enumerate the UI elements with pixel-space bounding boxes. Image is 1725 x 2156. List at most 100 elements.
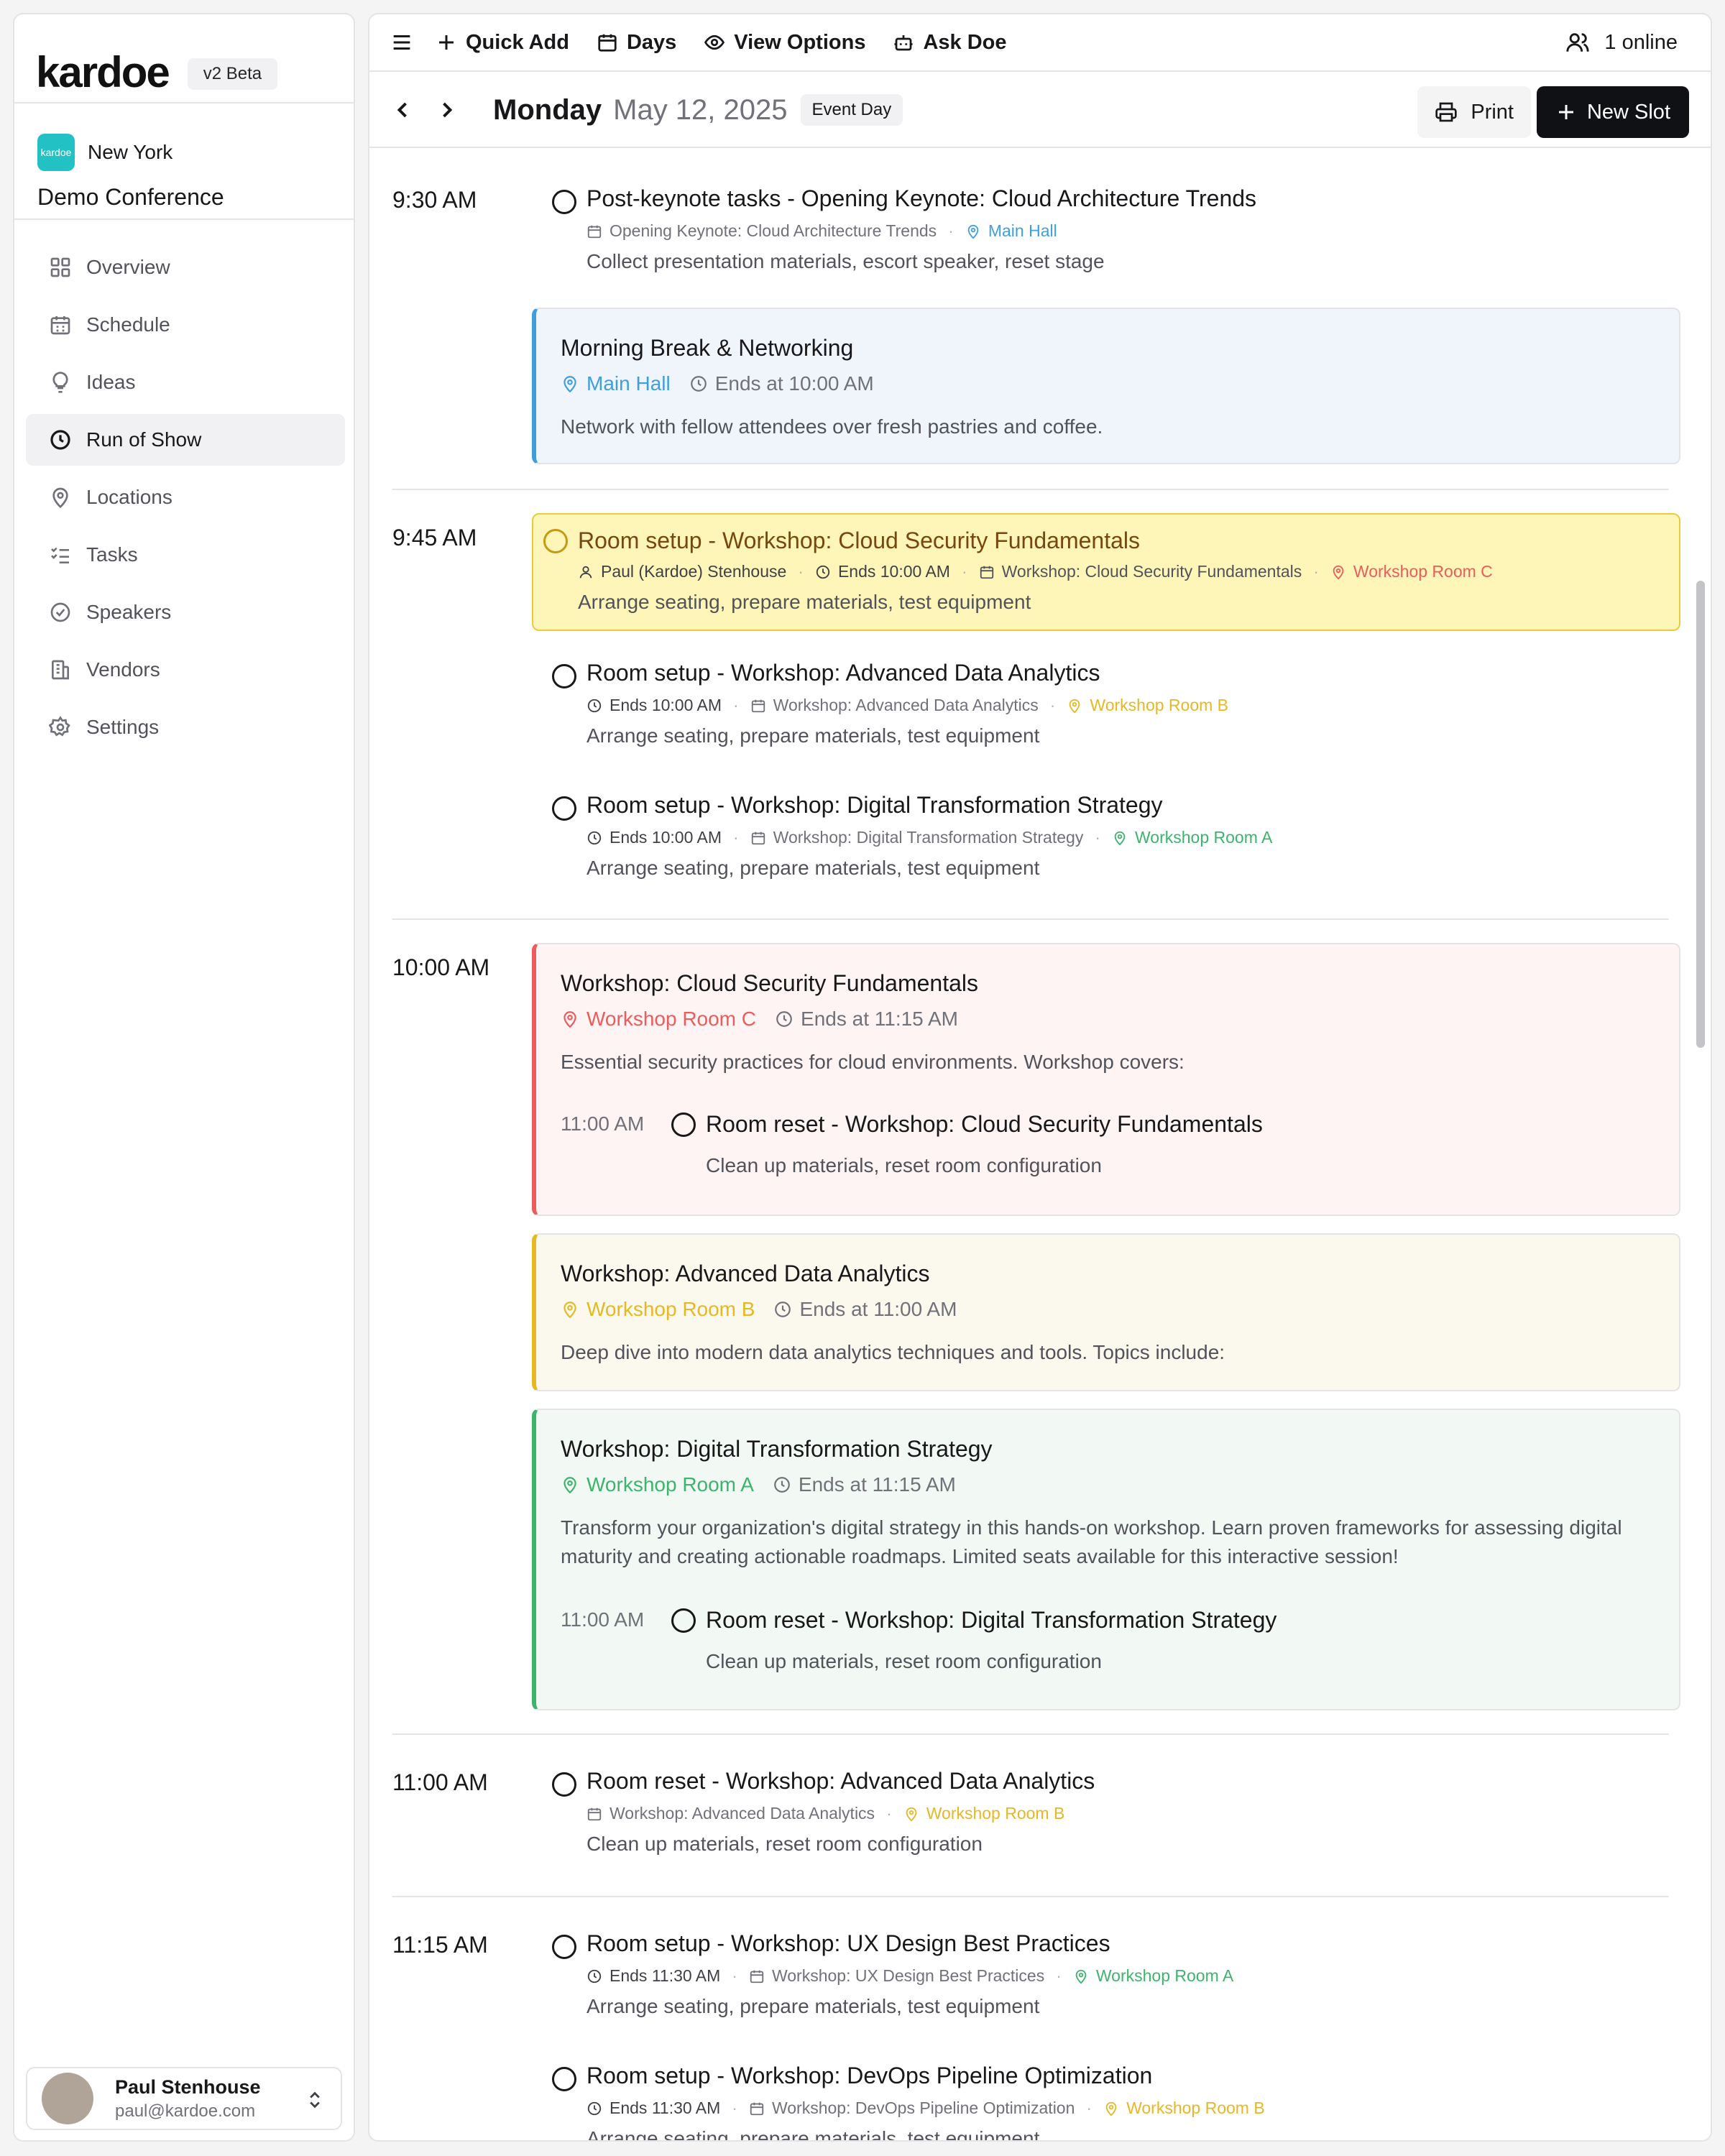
slot-meta: Workshop Room C Ends at 11:15 AM xyxy=(561,1008,958,1031)
task-location[interactable]: Main Hall xyxy=(965,221,1057,241)
task-location[interactable]: Workshop Room B xyxy=(1103,2099,1265,2118)
task-end-time: Ends 11:30 AM xyxy=(586,2099,720,2118)
slot-location[interactable]: Workshop Room A xyxy=(561,1473,754,1496)
task-row[interactable]: Room setup - Workshop: DevOps Pipeline O… xyxy=(542,2063,1663,2140)
task-row[interactable]: Room setup - Workshop: Cloud Security Fu… xyxy=(532,513,1680,631)
print-label: Print xyxy=(1471,100,1514,124)
run-of-show-list[interactable]: 9:30 AM Post-keynote tasks - Opening Key… xyxy=(369,149,1711,2140)
task-checkbox[interactable] xyxy=(552,2067,576,2091)
quick-add-button[interactable]: Quick Add xyxy=(436,31,569,55)
task-session[interactable]: Workshop: Advanced Data Analytics xyxy=(586,1804,875,1823)
slot-description: Deep dive into modern data analytics tec… xyxy=(561,1341,1225,1363)
slot-title: Morning Break & Networking xyxy=(561,335,854,361)
view-options-button[interactable]: View Options xyxy=(704,31,865,55)
slot-card[interactable]: Morning Break & Networking Main Hall End… xyxy=(532,308,1680,464)
task-checkbox[interactable] xyxy=(543,529,568,553)
task-description: Clean up materials, reset room configura… xyxy=(586,1833,983,1855)
task-location[interactable]: Workshop Room A xyxy=(1112,828,1272,847)
grid-icon xyxy=(49,256,72,279)
sidebar-item-settings[interactable]: Settings xyxy=(26,701,345,753)
sidebar-item-label: Overview xyxy=(86,256,170,278)
end-time: Ends 10:00 AM xyxy=(837,562,950,581)
badge-check-icon xyxy=(49,601,72,624)
subtask-description: Clean up materials, reset room configura… xyxy=(706,1154,1102,1176)
scrollbar[interactable] xyxy=(1696,581,1705,1048)
separator: · xyxy=(733,828,739,847)
map-pin-icon xyxy=(903,1806,919,1822)
user-menu[interactable]: Paul Stenhouse paul@kardoe.com xyxy=(26,2067,342,2130)
separator: · xyxy=(732,1966,737,1985)
task-title: Room setup - Workshop: Cloud Security Fu… xyxy=(578,528,1140,553)
sidebar-item-run-of-show[interactable]: Run of Show xyxy=(26,414,345,466)
sidebar-item-locations[interactable]: Locations xyxy=(26,471,345,523)
event-name[interactable]: Demo Conference xyxy=(37,184,224,211)
chevron-left-icon[interactable] xyxy=(390,97,415,123)
time-label: 10:00 AM xyxy=(392,954,490,980)
sidebar: kardoe v2 Beta kardoe New York Demo Conf… xyxy=(13,13,355,2142)
task-location[interactable]: Workshop Room C xyxy=(1330,562,1493,581)
user-name: Paul Stenhouse xyxy=(115,2076,261,2098)
slot-card[interactable]: Workshop: Cloud Security Fundamentals Wo… xyxy=(532,943,1680,1216)
slot-card[interactable]: Workshop: Advanced Data Analytics Worksh… xyxy=(532,1233,1680,1391)
task-session[interactable]: Workshop: Cloud Security Fundamentals xyxy=(979,562,1302,581)
task-location[interactable]: Workshop Room A xyxy=(1073,1966,1233,1986)
slot-description: Transform your organization's digital st… xyxy=(561,1516,1622,1567)
days-button[interactable]: Days xyxy=(597,31,676,55)
task-checkbox[interactable] xyxy=(552,1772,576,1797)
sidebar-item-tasks[interactable]: Tasks xyxy=(26,529,345,581)
task-assignee[interactable]: Paul (Kardoe) Stenhouse xyxy=(578,562,786,581)
task-checkbox[interactable] xyxy=(552,796,576,821)
sidebar-item-overview[interactable]: Overview xyxy=(26,241,345,293)
task-row[interactable]: Room setup - Workshop: Digital Transform… xyxy=(542,792,1663,879)
slot-location[interactable]: Workshop Room C xyxy=(561,1008,756,1031)
task-checkbox[interactable] xyxy=(552,190,576,214)
task-session[interactable]: Workshop: Digital Transformation Strateg… xyxy=(750,828,1084,847)
task-row[interactable]: Room setup - Workshop: UX Design Best Pr… xyxy=(542,1930,1663,2017)
task-end-time: Ends 10:00 AM xyxy=(586,828,722,847)
slot-card[interactable]: Workshop: Digital Transformation Strateg… xyxy=(532,1409,1680,1710)
task-session[interactable]: Opening Keynote: Cloud Architecture Tren… xyxy=(586,221,937,241)
print-button[interactable]: Print xyxy=(1417,86,1531,138)
task-session[interactable]: Workshop: Advanced Data Analytics xyxy=(750,696,1039,715)
ask-doe-button[interactable]: Ask Doe xyxy=(893,31,1007,55)
task-location[interactable]: Workshop Room B xyxy=(903,1804,1064,1823)
subtask-title[interactable]: Room reset - Workshop: Cloud Security Fu… xyxy=(706,1111,1263,1138)
task-checkbox[interactable] xyxy=(552,1935,576,1959)
chevron-right-icon[interactable] xyxy=(434,97,460,123)
end-time: Ends at 11:15 AM xyxy=(801,1008,958,1030)
separator: · xyxy=(886,1804,892,1823)
menu-icon[interactable] xyxy=(390,30,414,55)
online-indicator[interactable]: 1 online xyxy=(1565,30,1678,55)
task-row[interactable]: Room setup - Workshop: Advanced Data Ana… xyxy=(542,660,1663,747)
task-row[interactable]: Room reset - Workshop: Advanced Data Ana… xyxy=(542,1768,1663,1855)
separator: · xyxy=(1049,696,1056,714)
task-meta: Paul (Kardoe) Stenhouse · Ends 10:00 AM … xyxy=(578,562,1493,581)
task-checkbox[interactable] xyxy=(671,1608,696,1633)
slot-location[interactable]: Workshop Room B xyxy=(561,1298,755,1321)
sidebar-item-label: Vendors xyxy=(86,658,160,681)
app-logo[interactable]: kardoe xyxy=(36,47,170,97)
map-pin-icon xyxy=(1067,698,1082,714)
sidebar-item-schedule[interactable]: Schedule xyxy=(26,299,345,351)
end-time: Ends at 10:00 AM xyxy=(714,372,874,395)
task-checkbox[interactable] xyxy=(552,664,576,688)
task-session[interactable]: Workshop: UX Design Best Practices xyxy=(749,1966,1044,1986)
quick-add-label: Quick Add xyxy=(466,30,569,54)
new-slot-button[interactable]: New Slot xyxy=(1536,86,1689,138)
slot-location[interactable]: Main Hall xyxy=(561,372,671,395)
subtask-title[interactable]: Room reset - Workshop: Digital Transform… xyxy=(706,1607,1276,1634)
org-switcher[interactable]: kardoe New York xyxy=(37,134,172,171)
task-checkbox[interactable] xyxy=(671,1112,696,1137)
sidebar-item-vendors[interactable]: Vendors xyxy=(26,644,345,696)
location-name: Workshop Room B xyxy=(1090,696,1228,714)
slot-end-time: Ends at 11:15 AM xyxy=(775,1008,958,1031)
task-session[interactable]: Workshop: DevOps Pipeline Optimization xyxy=(749,2099,1075,2118)
task-location[interactable]: Workshop Room B xyxy=(1067,696,1228,715)
session-name: Workshop: Digital Transformation Strateg… xyxy=(773,828,1084,847)
task-row[interactable]: Post-keynote tasks - Opening Keynote: Cl… xyxy=(542,185,1663,272)
location-name: Workshop Room A xyxy=(1095,1966,1234,1985)
sidebar-item-ideas[interactable]: Ideas xyxy=(26,356,345,408)
slot-meta: Workshop Room B Ends at 11:00 AM xyxy=(561,1298,957,1321)
sidebar-item-speakers[interactable]: Speakers xyxy=(26,586,345,638)
sidebar-item-label: Run of Show xyxy=(86,428,202,451)
